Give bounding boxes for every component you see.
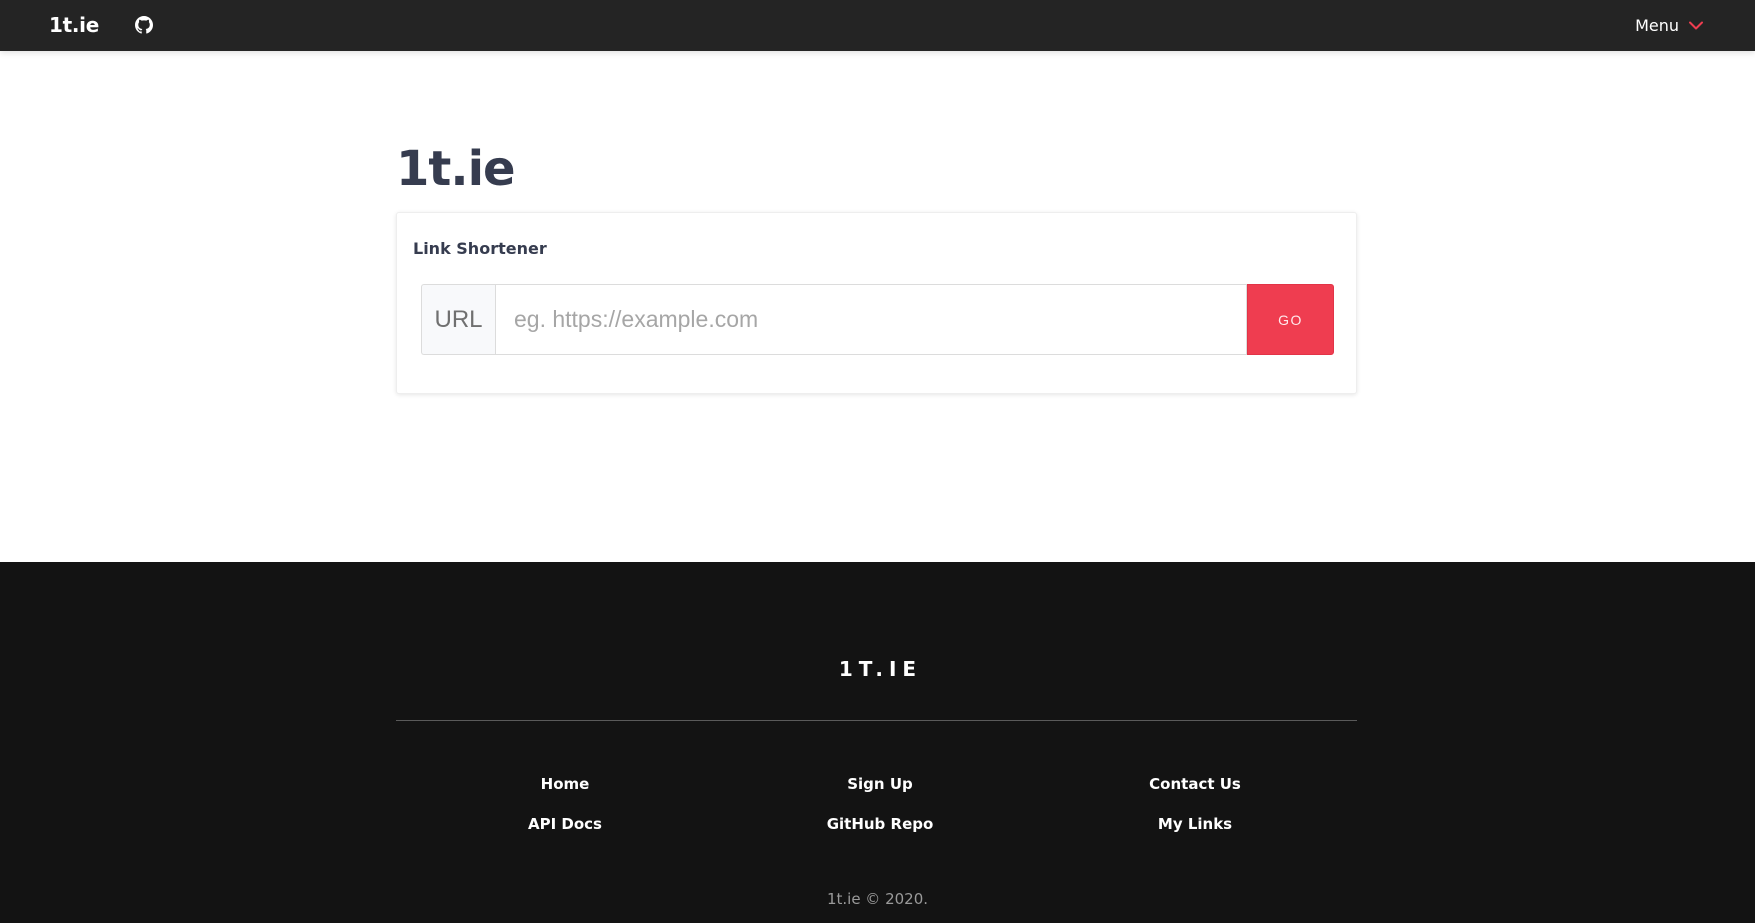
menu-toggle[interactable]: Menu	[1635, 13, 1703, 37]
shorten-form: URL GO	[421, 284, 1334, 355]
footer-divider	[396, 720, 1357, 721]
navbar: 1t.ie Menu	[0, 0, 1755, 51]
copyright-text: 1t.ie © 2020.	[826, 890, 929, 908]
footer-brand: 1T.IE	[838, 657, 923, 681]
github-icon-svg	[135, 16, 153, 34]
go-button[interactable]: GO	[1247, 284, 1334, 355]
footer-link-my-links[interactable]: My Links	[1075, 814, 1315, 834]
footer-link-contact-us[interactable]: Contact Us	[1075, 774, 1315, 794]
github-icon[interactable]	[135, 16, 153, 34]
menu-label: Menu	[1635, 15, 1679, 35]
page-title: 1t.ie	[396, 141, 516, 197]
link-shortener-card: Link Shortener URL GO	[396, 212, 1357, 394]
chevron-down-icon	[1689, 21, 1703, 29]
url-input[interactable]	[495, 284, 1247, 355]
footer-link-home[interactable]: Home	[445, 774, 685, 794]
footer-link-sign-up[interactable]: Sign Up	[760, 774, 1000, 794]
footer-link-github-repo[interactable]: GitHub Repo	[760, 814, 1000, 834]
footer-link-api-docs[interactable]: API Docs	[445, 814, 685, 834]
brand-link[interactable]: 1t.ie	[49, 12, 99, 38]
card-title: Link Shortener	[413, 239, 547, 258]
url-addon-label: URL	[421, 284, 495, 355]
footer: 1T.IE Home Sign Up Contact Us API Docs G…	[0, 562, 1755, 923]
